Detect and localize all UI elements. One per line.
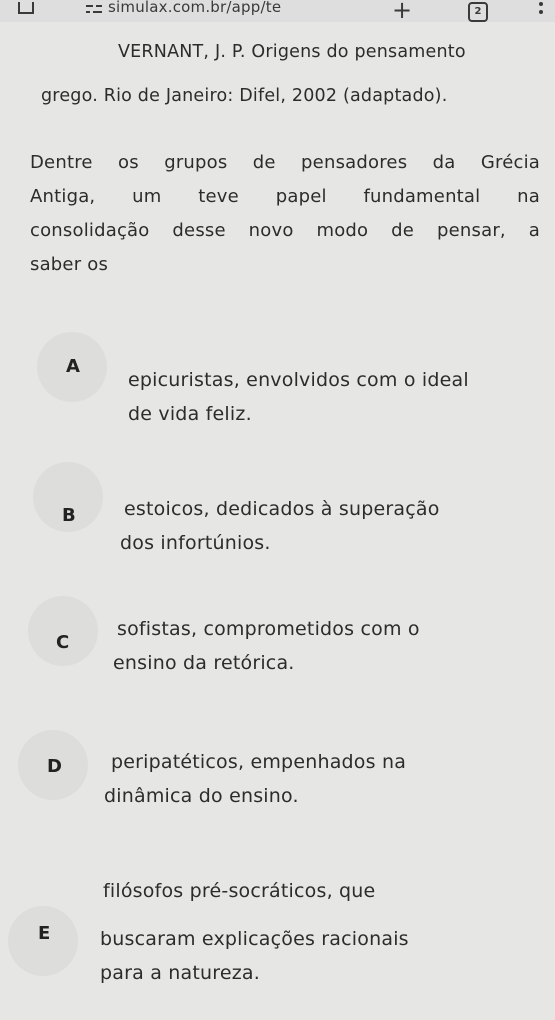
question-line: Dentre os grupos de pensadores da Grécia [30, 152, 540, 173]
site-settings-icon[interactable] [86, 3, 102, 15]
question-line: Antiga, um teve papel fundamental na [30, 186, 540, 207]
option-d-line: dinâmica do ensino. [104, 785, 299, 807]
option-e-letter: E [38, 923, 51, 944]
option-e-line: filósofos pré-socráticos, que [103, 880, 376, 902]
option-b-line: estoicos, dedicados à superação [124, 498, 440, 520]
option-b-letter: B [62, 505, 76, 526]
option-a-line: epicuristas, envolvidos com o ideal [128, 369, 469, 391]
option-d-line: peripatéticos, empenhados na [111, 751, 407, 773]
option-d-letter: D [47, 756, 62, 777]
browser-toolbar: simulax.com.br/app/te + 2 [0, 0, 555, 22]
question-text: Dentre os grupos de pensadores da Grécia… [30, 146, 540, 282]
question-line: saber os [30, 254, 109, 275]
browser-menu-icon[interactable] [539, 2, 543, 18]
address-bar-url[interactable]: simulax.com.br/app/te [108, 0, 281, 16]
option-c-line: ensino da retórica. [113, 652, 295, 674]
option-e-line: para a natureza. [100, 962, 260, 984]
option-c-radio[interactable] [28, 596, 98, 666]
option-a-letter: A [66, 356, 80, 377]
home-icon[interactable] [18, 2, 34, 14]
reference-line-1: VERNANT, J. P. Origens do pensamento [118, 42, 466, 62]
new-tab-plus-icon[interactable]: + [392, 0, 412, 22]
option-a-line: de vida feliz. [128, 403, 252, 425]
option-c-letter: C [56, 632, 70, 653]
question-line: consolidação desse novo modo de pensar, … [30, 220, 540, 241]
tab-count-button[interactable]: 2 [468, 2, 488, 22]
option-b-line: dos infortúnios. [120, 532, 271, 554]
option-c-line: sofistas, comprometidos com o [117, 618, 420, 640]
option-e-line: buscaram explicações racionais [100, 928, 409, 950]
reference-line-2: grego. Rio de Janeiro: Difel, 2002 (adap… [41, 86, 448, 106]
